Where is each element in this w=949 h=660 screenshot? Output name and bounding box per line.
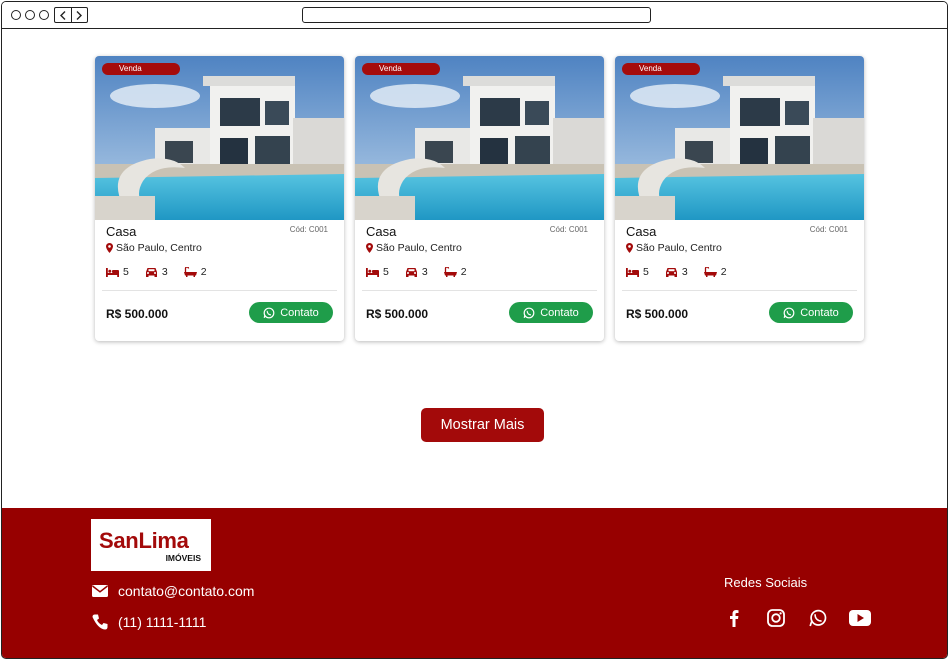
contact-label: Contato	[800, 306, 839, 319]
garages-count: 3	[681, 266, 688, 278]
garages-feature: 3	[665, 266, 688, 278]
property-code: Cód: C001	[809, 225, 848, 234]
contact-button[interactable]: Contato	[249, 302, 333, 323]
property-title: Casa	[626, 224, 657, 239]
instagram-icon[interactable]	[763, 605, 789, 631]
social-links	[721, 605, 873, 631]
contact-label: Contato	[540, 306, 579, 319]
bathrooms-feature: 2	[183, 266, 207, 278]
property-title: Casa	[106, 224, 137, 239]
bathrooms-count: 2	[200, 266, 207, 278]
car-icon	[665, 268, 677, 277]
property-price: R$ 500.000	[106, 307, 169, 321]
envelope-icon	[92, 585, 108, 597]
listing-type-badge: Venda	[102, 63, 180, 75]
bed-icon	[626, 267, 639, 277]
property-photo: Venda	[95, 56, 344, 220]
logo-wordmark: SanLima	[99, 528, 189, 553]
card-divider	[362, 290, 597, 291]
show-more-button[interactable]: Mostrar Mais	[421, 408, 544, 442]
property-code: Cód: C001	[549, 225, 588, 234]
window-control-dot[interactable]	[11, 10, 21, 20]
forward-icon[interactable]	[70, 8, 88, 22]
bedrooms-count: 5	[123, 266, 129, 278]
property-features: 5 3 2	[366, 266, 467, 278]
bathtub-icon	[443, 267, 457, 277]
contact-label: Contato	[280, 306, 319, 319]
window-control-dot[interactable]	[39, 10, 49, 20]
contact-button[interactable]: Contato	[509, 302, 593, 323]
whatsapp-icon	[783, 307, 795, 318]
window-control-dot[interactable]	[25, 10, 35, 20]
bed-icon	[106, 267, 119, 277]
footer-email[interactable]: contato@contato.com	[92, 583, 254, 599]
location-text: São Paulo, Centro	[376, 242, 462, 254]
social-title: Redes Sociais	[724, 575, 808, 590]
bedrooms-count: 5	[383, 266, 389, 278]
email-text: contato@contato.com	[118, 583, 255, 599]
nav-buttons	[54, 7, 88, 23]
property-features: 5 3 2	[626, 266, 727, 278]
listing-grid: Venda Casa Cód: C001 São Paulo, Centro 5…	[95, 56, 864, 341]
bedrooms-feature: 5	[366, 266, 389, 278]
bathrooms-count: 2	[720, 266, 727, 278]
bathrooms-feature: 2	[443, 266, 467, 278]
facebook-icon[interactable]	[721, 605, 747, 631]
card-divider	[102, 290, 337, 291]
property-location: São Paulo, Centro	[626, 242, 722, 254]
browser-window: Venda Casa Cód: C001 São Paulo, Centro 5…	[1, 1, 948, 659]
property-features: 5 3 2	[106, 266, 207, 278]
location-text: São Paulo, Centro	[636, 242, 722, 254]
location-text: São Paulo, Centro	[116, 242, 202, 254]
back-icon[interactable]	[55, 8, 71, 22]
youtube-icon[interactable]	[847, 605, 873, 631]
map-pin-icon	[626, 243, 633, 253]
garages-count: 3	[421, 266, 428, 278]
address-bar[interactable]	[302, 7, 651, 23]
property-photo: Venda	[615, 56, 864, 220]
property-price: R$ 500.000	[366, 307, 429, 321]
property-price: R$ 500.000	[626, 307, 689, 321]
bathrooms-feature: 2	[703, 266, 727, 278]
map-pin-icon	[366, 243, 373, 253]
whatsapp-icon	[263, 307, 275, 318]
phone-icon	[92, 614, 108, 630]
property-card[interactable]: Venda Casa Cód: C001 São Paulo, Centro 5…	[355, 56, 604, 341]
whatsapp-icon	[523, 307, 535, 318]
site-footer: SanLima IMÓVEIS contato@contato.com (11)…	[2, 508, 947, 658]
bathtub-icon	[183, 267, 197, 277]
bedrooms-count: 5	[643, 266, 649, 278]
property-card[interactable]: Venda Casa Cód: C001 São Paulo, Centro 5…	[95, 56, 344, 341]
garages-feature: 3	[145, 266, 168, 278]
car-icon	[405, 268, 417, 277]
browser-toolbar	[2, 2, 947, 29]
bed-icon	[366, 267, 379, 277]
listing-type-badge: Venda	[362, 63, 440, 75]
property-photo: Venda	[355, 56, 604, 220]
map-pin-icon	[106, 243, 113, 253]
bedrooms-feature: 5	[626, 266, 649, 278]
footer-phone[interactable]: (11) 1111-1111	[92, 614, 206, 630]
logo-subtitle: IMÓVEIS	[165, 553, 201, 563]
bathrooms-count: 2	[460, 266, 467, 278]
property-location: São Paulo, Centro	[106, 242, 202, 254]
car-icon	[145, 268, 157, 277]
bedrooms-feature: 5	[106, 266, 129, 278]
contact-button[interactable]: Contato	[769, 302, 853, 323]
card-divider	[622, 290, 857, 291]
property-title: Casa	[366, 224, 397, 239]
property-card[interactable]: Venda Casa Cód: C001 São Paulo, Centro 5…	[615, 56, 864, 341]
property-location: São Paulo, Centro	[366, 242, 462, 254]
whatsapp-icon[interactable]	[805, 605, 831, 631]
bathtub-icon	[703, 267, 717, 277]
phone-text: (11) 1111-1111	[118, 614, 207, 630]
garages-count: 3	[161, 266, 168, 278]
property-code: Cód: C001	[289, 225, 328, 234]
garages-feature: 3	[405, 266, 428, 278]
listing-type-badge: Venda	[622, 63, 700, 75]
brand-logo[interactable]: SanLima IMÓVEIS	[91, 519, 211, 571]
